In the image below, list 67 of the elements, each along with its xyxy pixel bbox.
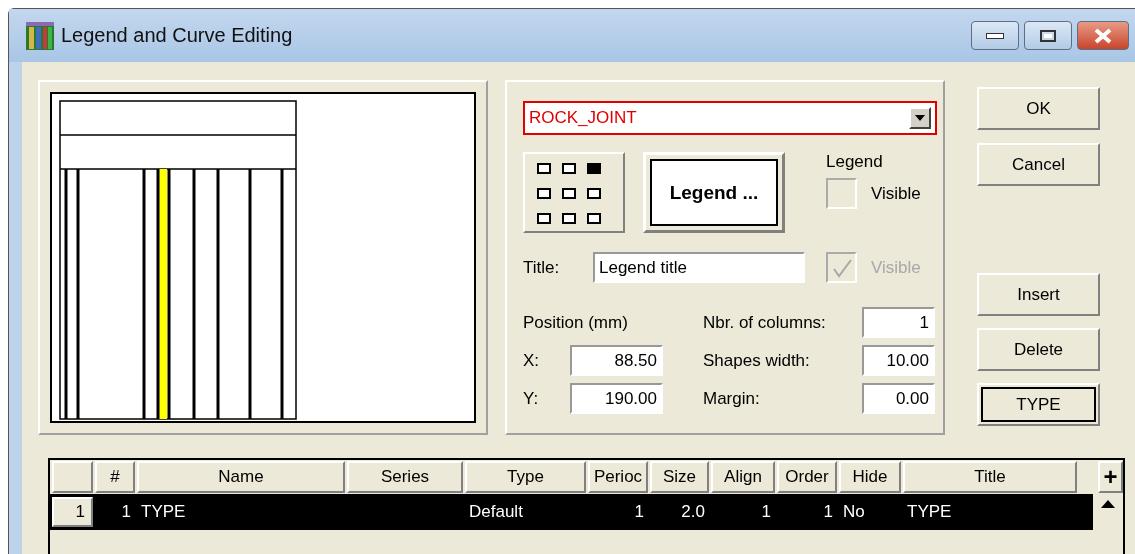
window-title: Legend and Curve Editing — [61, 24, 293, 47]
scroll-up-icon — [1101, 500, 1115, 508]
checkbox-label: Visible — [871, 257, 921, 278]
field-label: Nbr. of columns: — [703, 312, 827, 333]
curve-dropdown[interactable]: ROCK_JOINT — [523, 101, 937, 135]
legend-button[interactable]: Legend ... — [643, 152, 785, 233]
table-cell-text: TYPE — [140, 502, 187, 522]
table-cell-text: TYPE — [906, 502, 953, 522]
position-grid[interactable] — [523, 152, 625, 233]
table-cell-text: No — [842, 502, 866, 522]
column-header[interactable]: Align — [711, 461, 775, 493]
anchor-option[interactable] — [537, 213, 551, 224]
app-icon — [25, 20, 55, 51]
table-cell-text: Default — [468, 502, 524, 522]
table-cell-text: 2.0 — [680, 502, 706, 522]
dialog-button[interactable]: TYPE — [977, 383, 1100, 426]
close-button[interactable] — [1077, 21, 1129, 50]
dialog-button[interactable]: Delete — [977, 328, 1100, 371]
table-cell-text: 1 — [822, 502, 834, 522]
field-label: Margin: — [703, 388, 761, 409]
maximize-icon — [1040, 29, 1056, 42]
field-label: X: — [523, 350, 541, 371]
anchor-option[interactable] — [562, 213, 576, 224]
maximize-button[interactable] — [1024, 21, 1072, 50]
corner-header — [52, 461, 93, 493]
anchor-option[interactable] — [537, 163, 551, 174]
column-header[interactable]: Title — [903, 461, 1077, 493]
dialog-button[interactable]: OK — [977, 87, 1100, 130]
table-cell-text: 1 — [633, 502, 645, 522]
dialog-button[interactable]: Insert — [977, 273, 1100, 316]
anchor-option[interactable] — [587, 213, 601, 224]
checkbox-label: Visible — [871, 183, 921, 204]
table-cell-text: 1 — [120, 502, 132, 522]
column-header[interactable]: Size — [650, 461, 709, 493]
field-label: Y: — [523, 388, 540, 409]
row-header[interactable]: 1 — [52, 497, 93, 527]
table-cell-text: 1 — [760, 502, 772, 522]
column-header[interactable]: Hide — [839, 461, 901, 493]
column-header[interactable]: Series — [347, 461, 463, 493]
field-label: Title: — [523, 257, 561, 278]
column-header[interactable]: # — [95, 461, 135, 493]
number-field[interactable]: 88.50 — [570, 345, 663, 376]
anchor-option[interactable] — [537, 188, 551, 199]
caret-icon — [915, 115, 925, 121]
scrollbar[interactable] — [1093, 494, 1123, 530]
anchor-option[interactable] — [562, 188, 576, 199]
column-header[interactable]: Order — [777, 461, 837, 493]
anchor-option[interactable] — [562, 163, 576, 174]
column-header[interactable]: Name — [137, 461, 345, 493]
number-field[interactable]: 190.00 — [570, 383, 663, 414]
anchor-option[interactable] — [587, 188, 601, 199]
table-row[interactable]: 1 1 TYPE Default 1 2.0 1 1 No TYPE — [50, 494, 1123, 530]
column-header[interactable]: Perioc — [588, 461, 648, 493]
legend-visible-checkbox[interactable] — [826, 178, 857, 209]
legend-label: Legend — [826, 152, 884, 172]
title-field[interactable]: Legend title — [593, 252, 805, 283]
number-field[interactable]: 0.00 — [862, 383, 935, 414]
number-field[interactable]: 10.00 — [862, 345, 935, 376]
column-header[interactable]: Type — [465, 461, 586, 493]
minimize-button[interactable] — [971, 21, 1019, 50]
add-column-button[interactable]: + — [1098, 461, 1123, 493]
number-field[interactable]: 1 — [862, 307, 935, 338]
close-icon — [1093, 27, 1113, 44]
field-label: Shapes width: — [703, 350, 811, 371]
section-label: Position (mm) — [523, 312, 628, 333]
dialog-button[interactable]: Cancel — [977, 143, 1100, 186]
minimize-icon — [986, 32, 1004, 39]
